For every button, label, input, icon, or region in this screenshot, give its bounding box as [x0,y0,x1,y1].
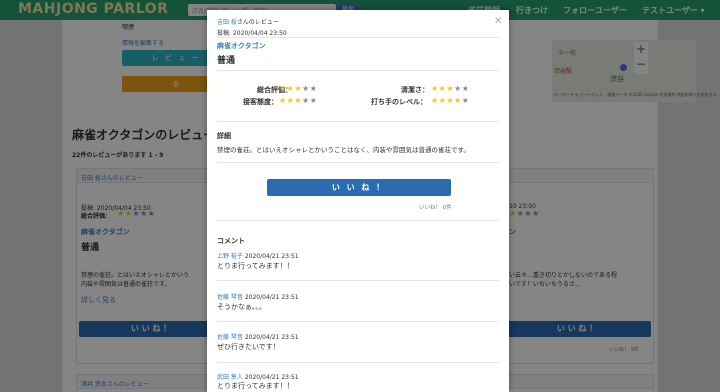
divider [217,162,499,163]
like-count: いいね！ 0件 [419,205,452,211]
rating-stars-cleanliness: ★★★★★ [431,84,470,93]
detail-heading: 詳細 [217,132,231,140]
close-icon[interactable]: ✕ [494,16,502,27]
comment-user-link[interactable]: 上野 裕子 [217,253,243,260]
review-posted: 投稿: 2020/04/04 23:50 [217,30,287,37]
comment-user-link[interactable]: 佐藤 琴音 [217,294,243,301]
like-button[interactable]: い い ね ！ [267,179,451,196]
review-detail-modal: ✕ 吉田 桜さんのレビュー 投稿: 2020/04/04 23:50 麻雀オクタ… [207,10,509,392]
divider [217,362,499,363]
comment-time: 2020/04/21 23:51 [244,334,299,341]
review-title: 普通 [217,56,236,66]
comment-meta: 佐藤 琴音 2020/04/21 23:51 [217,332,299,341]
comment-time: 2020/04/21 23:51 [244,374,299,381]
rating-stars-overall: ★★★★★ [279,84,318,93]
modal-header: 吉田 桜さんのレビュー [217,17,279,26]
comment-user-link[interactable]: 佐藤 琴音 [217,334,243,341]
comment-meta: 武田 隼人 2020/04/21 23:51 [217,372,299,381]
comment-text: ぜひ行きたいです！ [217,343,280,351]
divider [217,121,499,122]
divider [217,321,499,322]
rating-label: 接客態度： [243,98,278,106]
detail-body: 禁煙の雀荘。とはいえオシャレとかいうことはなく、内装や雰囲気は普通の雀荘です。 [217,146,470,154]
comment-time: 2020/04/21 23:51 [244,294,299,301]
rating-stars-player-level: ★★★★★ [431,96,470,105]
rating-label: 打ち手のレベル： [371,98,427,106]
review-author-link[interactable]: 吉田 桜 [217,19,237,26]
comment-meta: 佐藤 琴音 2020/04/21 23:51 [217,292,299,301]
divider [217,220,499,221]
divider [217,37,499,38]
review-author-suffix: さんのレビュー [236,19,279,26]
divider [217,280,499,281]
comment-time: 2020/04/21 23:51 [244,253,299,260]
comments-heading: コメント [217,237,245,245]
comment-user-link[interactable]: 武田 隼人 [217,374,243,381]
comment-text: とりま行ってみます！！ [217,262,294,270]
comment-text: そうかなぁ。。。 [217,303,266,311]
rating-stars-service: ★★★★★ [279,96,318,105]
comment-text: とりま行ってみます！！ [217,382,294,390]
divider [217,70,499,71]
shop-name-link[interactable]: 麻雀オクタゴン [217,41,266,51]
comment-meta: 上野 裕子 2020/04/21 23:51 [217,251,299,260]
rating-label: 清潔さ： [401,86,429,94]
